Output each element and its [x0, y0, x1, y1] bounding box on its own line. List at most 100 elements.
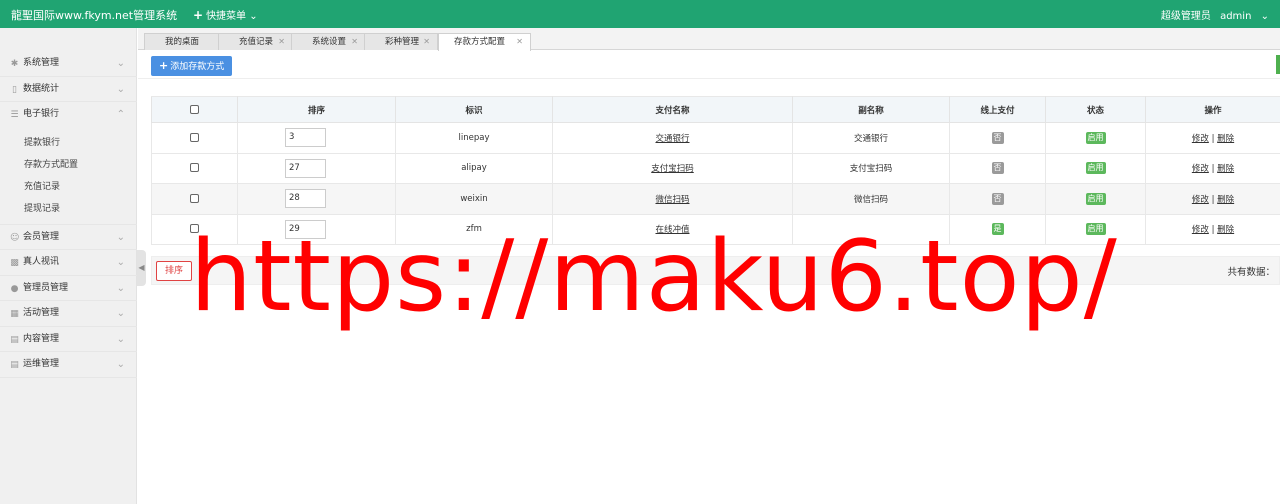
- sidebar-item-ops[interactable]: ▤ 运维管理 ⌄: [0, 352, 137, 378]
- column-header[interactable]: 标识: [395, 96, 553, 123]
- edit-link[interactable]: 修改: [1192, 225, 1209, 235]
- select-all-checkbox[interactable]: [190, 104, 199, 114]
- sidebar-item-members[interactable]: ☺ 会员管理 ⌄: [0, 225, 137, 250]
- tab-recharge-records[interactable]: 充值记录 ✕: [218, 33, 293, 50]
- submenu-item-withdraw-banks[interactable]: 提款银行: [0, 132, 137, 154]
- close-icon[interactable]: ✕: [423, 34, 430, 50]
- status-badge[interactable]: 启用: [1085, 131, 1106, 144]
- sidebar-item-label: 电子银行: [23, 109, 60, 119]
- payment-name-link[interactable]: 交通银行: [655, 134, 689, 144]
- tab-system-settings[interactable]: 系统设置 ✕: [291, 33, 366, 50]
- tab-deposit-config[interactable]: 存款方式配置 ✕: [438, 33, 531, 51]
- refresh-button[interactable]: [1276, 55, 1280, 74]
- sort-order-input[interactable]: 3: [285, 128, 326, 148]
- column-header[interactable]: 排序: [237, 96, 396, 123]
- column-header[interactable]: 线上支付: [949, 96, 1046, 123]
- sidebar-item-live-video[interactable]: ▩ 真人视讯 ⌄: [0, 250, 137, 276]
- sidebar-item-ebank[interactable]: ☰ 电子银行 ⌃: [0, 102, 137, 128]
- online-cell: 否: [949, 152, 1046, 184]
- delete-link[interactable]: 删除: [1217, 134, 1234, 144]
- edit-link[interactable]: 修改: [1192, 164, 1209, 174]
- status-badge[interactable]: 启用: [1085, 162, 1106, 175]
- sidebar-item-content[interactable]: ▤ 内容管理 ⌄: [0, 327, 137, 352]
- add-button-label: 添加存款方式: [170, 62, 225, 72]
- submenu-item-deposit-config[interactable]: 存款方式配置: [0, 154, 137, 176]
- tab-bar: 我的桌面 充值记录 ✕ 系统设置 ✕ 彩种管理 ✕ 存款方式配置 ✕: [138, 28, 1280, 51]
- select-all-header: [151, 96, 238, 123]
- chevron-up-icon: ⌃: [116, 109, 125, 120]
- list-icon: ☰: [10, 110, 19, 120]
- row-select-cell: [151, 183, 238, 215]
- sort-order-input[interactable]: 27: [285, 158, 326, 178]
- side-menu: ✱ 系统管理 ⌄ ▯ 数据统计 ⌄ ☰ 电子银行 ⌃ 提款银行 存款方式配置 充值记录 提现…: [0, 51, 137, 378]
- sidebar-item-system[interactable]: ✱ 系统管理 ⌄: [0, 51, 137, 77]
- watermark-text: https://maku6.top/: [190, 220, 1118, 334]
- delete-link[interactable]: 删除: [1217, 195, 1234, 205]
- close-icon[interactable]: ✕: [278, 34, 285, 50]
- row-select-cell: [151, 152, 238, 184]
- name-cell: 微信扫码: [552, 183, 793, 215]
- row-checkbox[interactable]: [190, 193, 199, 203]
- row-checkbox[interactable]: [190, 163, 199, 173]
- submenu-item-withdraw-records[interactable]: 提现记录: [0, 198, 137, 220]
- sidebar-item-label: 系统管理: [23, 58, 60, 68]
- sidebar-item-label: 运维管理: [23, 359, 60, 369]
- chevron-down-icon: ⌄: [116, 58, 125, 69]
- chevron-down-icon: ⌄: [116, 83, 125, 95]
- ops-cell: 修改 | 删除: [1145, 122, 1280, 154]
- quick-menu-button[interactable]: + 快捷菜单 ⌄: [193, 7, 258, 22]
- edit-link[interactable]: 修改: [1192, 195, 1209, 205]
- sidebar-item-label: 真人视讯: [23, 257, 60, 267]
- tab-lottery-types[interactable]: 彩种管理 ✕: [364, 33, 438, 50]
- column-header[interactable]: 支付名称: [552, 96, 793, 123]
- sort-button[interactable]: 排序: [156, 261, 193, 281]
- sidebar-collapse-button[interactable]: ◀: [137, 250, 146, 286]
- delete-link[interactable]: 删除: [1217, 225, 1234, 235]
- sort-cell: 27: [237, 152, 396, 184]
- quick-menu-label: 快捷菜单: [206, 11, 247, 22]
- user-box[interactable]: 超级管理员 admin ⌄: [1155, 7, 1269, 22]
- tab-label: 充值记录: [239, 37, 274, 47]
- chevron-down-icon: ⌄: [116, 359, 125, 370]
- close-icon[interactable]: ✕: [351, 34, 358, 50]
- sort-order-input[interactable]: 28: [285, 189, 326, 209]
- sidebar-item-label: 内容管理: [23, 333, 60, 344]
- separator: |: [1211, 133, 1215, 144]
- sidebar-item-activities[interactable]: ▦ 活动管理 ⌄: [0, 301, 137, 327]
- edit-link[interactable]: 修改: [1192, 134, 1209, 144]
- row-checkbox[interactable]: [190, 132, 199, 142]
- close-icon[interactable]: ✕: [516, 34, 523, 50]
- column-header[interactable]: 操作: [1145, 96, 1280, 123]
- table-row: 28 weixin 微信扫码 微信扫码 否 启用 修改 | 删除: [151, 183, 1280, 215]
- video-icon: ▩: [10, 258, 19, 268]
- sidebar-item-label: 会员管理: [23, 231, 60, 242]
- ops-cell: 修改 | 删除: [1145, 152, 1280, 184]
- chevron-down-icon: ⌄: [1260, 11, 1269, 22]
- gear-icon: ✱: [10, 59, 19, 69]
- column-header[interactable]: 副名称: [792, 96, 950, 123]
- sidebar: ✱ 系统管理 ⌄ ▯ 数据统计 ⌄ ☰ 电子银行 ⌃ 提款银行 存款方式配置 充值记录 提现…: [0, 28, 137, 504]
- chevron-down-icon: ⌄: [116, 282, 125, 294]
- payment-name-link[interactable]: 支付宝扫码: [651, 164, 694, 174]
- sidebar-item-stats[interactable]: ▯ 数据统计 ⌄: [0, 77, 137, 102]
- code-cell: weixin: [395, 183, 553, 215]
- submenu-item-recharge-records[interactable]: 充值记录: [0, 176, 137, 198]
- sort-cell: 3: [237, 122, 396, 154]
- alias-cell: 支付宝扫码: [792, 152, 950, 184]
- sort-cell: 28: [237, 183, 396, 215]
- tab-my-desktop[interactable]: 我的桌面: [144, 33, 220, 50]
- delete-link[interactable]: 删除: [1217, 164, 1234, 174]
- add-deposit-method-button[interactable]: + 添加存款方式: [151, 56, 233, 76]
- table-row: 27 alipay 支付宝扫码 支付宝扫码 否 启用 修改 | 删除: [151, 152, 1280, 184]
- sidebar-item-label: 管理员管理: [23, 282, 69, 293]
- sidebar-item-admins[interactable]: ● 管理员管理 ⌄: [0, 276, 137, 301]
- tab-label: 我的桌面: [165, 37, 200, 47]
- username[interactable]: admin: [1220, 11, 1251, 22]
- bar-chart-icon: ▯: [12, 84, 17, 95]
- tab-label: 彩种管理: [385, 37, 420, 47]
- status-cell: 启用: [1045, 183, 1146, 215]
- column-header[interactable]: 状态: [1045, 96, 1146, 123]
- status-badge[interactable]: 启用: [1085, 192, 1106, 205]
- payment-name-link[interactable]: 微信扫码: [655, 195, 689, 205]
- calendar-icon: ▦: [10, 309, 19, 319]
